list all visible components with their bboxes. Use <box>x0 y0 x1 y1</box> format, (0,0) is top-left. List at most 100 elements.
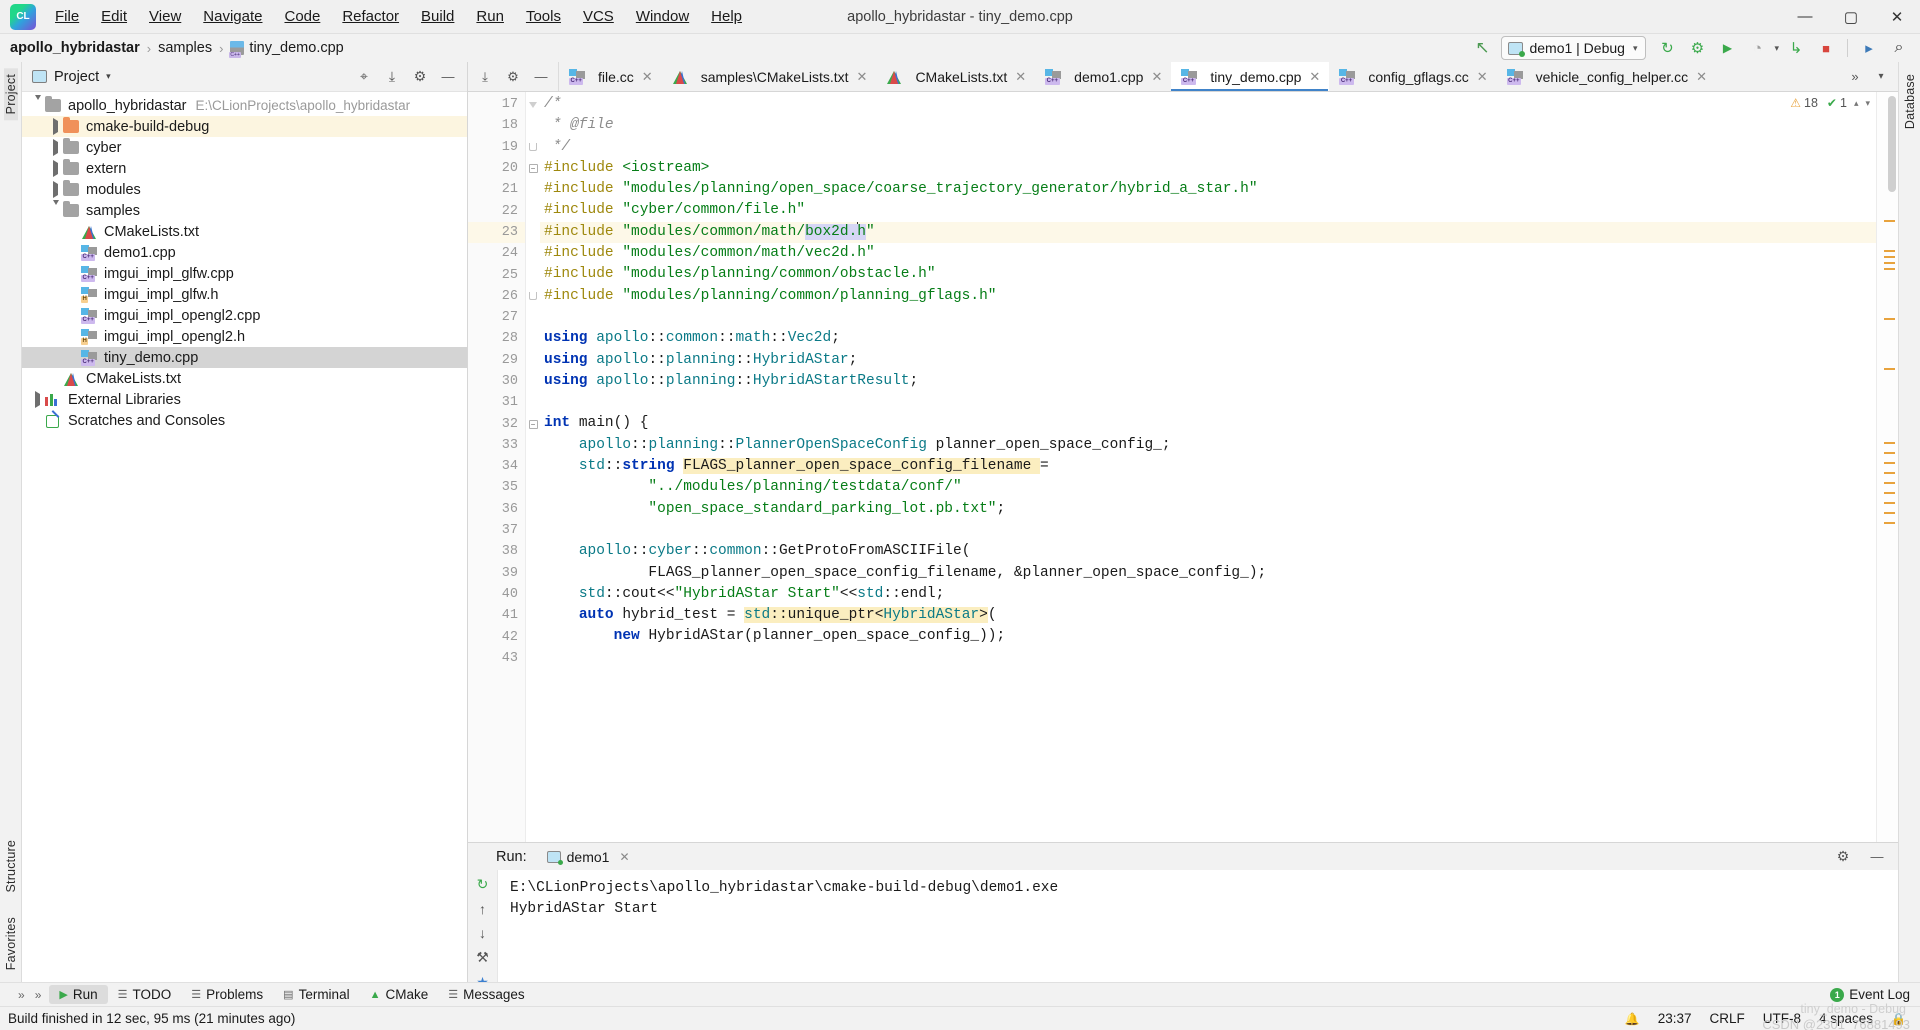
editor-tab-cmakelists-txt[interactable]: CMakeLists.txt ✕ <box>876 62 1035 91</box>
run-configuration-selector[interactable]: demo1 | Debug ▾ <box>1501 36 1647 60</box>
chevron-right-icon[interactable] <box>30 390 45 408</box>
fold-toggle-icon[interactable]: − <box>526 158 540 179</box>
warning-marker[interactable] <box>1884 442 1895 444</box>
line-number[interactable]: 37 <box>468 520 525 541</box>
line-number[interactable]: 31 <box>468 392 525 413</box>
line-number[interactable]: 28 <box>468 328 525 349</box>
warning-marker[interactable] <box>1884 472 1895 474</box>
tree-item-cyber[interactable]: cyber <box>22 137 467 158</box>
bottom-tab-messages[interactable]: ☰ Messages <box>438 985 534 1004</box>
editor-tab-config-gflags-cc[interactable]: C++ config_gflags.cc ✕ <box>1329 62 1496 91</box>
line-number[interactable]: 23 <box>468 221 525 244</box>
line-number[interactable]: 40 <box>468 584 525 605</box>
code-line[interactable]: FLAGS_planner_open_space_config_filename… <box>540 563 1876 584</box>
collapse-all-button[interactable]: ⤓ <box>379 65 405 89</box>
hide-panel-button[interactable]: — <box>528 65 554 89</box>
editor-tab-vehicle-config-helper-cc[interactable]: C++ vehicle_config_helper.cc ✕ <box>1497 62 1716 91</box>
warning-marker[interactable] <box>1884 220 1895 222</box>
rail-structure-tab[interactable]: Structure <box>4 834 18 899</box>
menu-refactor[interactable]: Refactor <box>331 3 410 30</box>
tree-item-imgui-impl-glfw-cpp[interactable]: C++ imgui_impl_glfw.cpp <box>22 263 467 284</box>
warning-marker[interactable] <box>1884 462 1895 464</box>
line-number[interactable]: 43 <box>468 648 525 669</box>
bottom-tab-run[interactable]: ▶ Run <box>49 985 108 1004</box>
rail-project-tab[interactable]: Project <box>3 68 18 121</box>
editor-tab-samples-cmakelists-txt[interactable]: samples\CMakeLists.txt ✕ <box>662 62 877 91</box>
line-number[interactable]: 17 <box>468 94 525 115</box>
menu-view[interactable]: View <box>138 3 192 30</box>
code-line[interactable] <box>540 307 1876 328</box>
breadcrumb-item-project[interactable]: apollo_hybridastar <box>10 40 140 56</box>
tree-item-imgui-impl-glfw-h[interactable]: Himgui_impl_glfw.h <box>22 284 467 305</box>
code-line[interactable]: int main() { <box>540 413 1876 434</box>
settings-gear-button[interactable]: ⚙ <box>1830 845 1856 869</box>
run-tab-demo1[interactable]: demo1 ✕ <box>541 847 636 867</box>
tree-item-scratches-and-consoles[interactable]: Scratches and Consoles <box>22 410 467 431</box>
stop-button[interactable]: ■ <box>1813 36 1839 60</box>
tab-overflow-button[interactable]: » <box>1842 65 1868 89</box>
code-line[interactable]: using apollo::planning::HybridAStar; <box>540 350 1876 371</box>
scroll-down-button[interactable]: ↓ <box>473 925 493 941</box>
debug-button[interactable]: ⚙ <box>1684 36 1710 60</box>
line-number[interactable]: 42 <box>468 626 525 647</box>
editor-tab-file-cc[interactable]: C++ file.cc ✕ <box>559 62 662 91</box>
editor-tab-demo1-cpp[interactable]: C++ demo1.cpp ✕ <box>1035 62 1171 91</box>
chevron-down-icon[interactable] <box>48 199 63 216</box>
line-number-gutter[interactable]: 17 18 19 20 21 22 23 24 25 26 27 28 29 30 31 32 33 34 35 36… <box>468 92 537 842</box>
settings-gear-button[interactable]: ⚙ <box>500 65 526 89</box>
code-line[interactable]: std::cout<<"HybridAStar Start"<<std::end… <box>540 584 1876 605</box>
close-button[interactable]: ✕ <box>1874 0 1920 34</box>
tree-item-apollo-hybridastar[interactable]: apollo_hybridastar E:\CLionProjects\apoll… <box>22 94 467 116</box>
chevron-down-icon[interactable]: ▾ <box>106 71 111 82</box>
close-icon[interactable]: ✕ <box>857 69 868 85</box>
code-line[interactable]: #include <iostream> <box>540 158 1876 179</box>
bottom-tab-problems[interactable]: ☰ Problems <box>181 985 273 1004</box>
warning-marker[interactable] <box>1884 262 1895 264</box>
rail-favorites-tab[interactable]: Favorites <box>4 911 18 976</box>
warning-marker[interactable] <box>1884 502 1895 504</box>
menu-code[interactable]: Code <box>273 3 331 30</box>
rail-database-tab[interactable]: Database <box>1903 68 1917 135</box>
scrollbar-thumb[interactable] <box>1888 96 1896 192</box>
bottom-tab-cmake[interactable]: ▲ CMake <box>360 985 439 1004</box>
code-line[interactable]: /* <box>540 94 1876 115</box>
code-line[interactable]: using apollo::common::math::Vec2d; <box>540 328 1876 349</box>
expand-collapse-button[interactable]: ⤓ <box>472 65 498 89</box>
close-icon[interactable]: ✕ <box>1015 69 1026 85</box>
build-button[interactable]: ↻ <box>1654 36 1680 60</box>
tree-item-tiny-demo-cpp[interactable]: C++ tiny_demo.cpp <box>22 347 467 368</box>
chevron-right-icon[interactable] <box>48 180 63 198</box>
code-line[interactable]: apollo::planning::PlannerOpenSpaceConfig… <box>540 435 1876 456</box>
line-number[interactable]: 22 <box>468 200 525 221</box>
tree-item-cmakelists-txt[interactable]: CMakeLists.txt <box>22 368 467 389</box>
chevron-right-icon[interactable] <box>48 138 63 156</box>
code-content[interactable]: /* * @file */#include <iostream> #include… <box>540 92 1876 842</box>
notification-icon[interactable]: 🔔 <box>1625 1012 1640 1026</box>
chevron-up-icon[interactable]: ▴ <box>1854 98 1859 109</box>
attach-to-process-button[interactable]: ↳ <box>1783 36 1809 60</box>
tree-item-imgui-impl-opengl2-cpp[interactable]: C++ imgui_impl_opengl2.cpp <box>22 305 467 326</box>
close-icon[interactable]: ✕ <box>642 69 653 85</box>
search-everywhere-button[interactable]: ⌕ <box>1886 36 1912 60</box>
rerun-button[interactable]: ↻ <box>473 876 493 893</box>
code-line[interactable]: std::string FLAGS_planner_open_space_con… <box>540 456 1876 477</box>
tree-item-extern[interactable]: extern <box>22 158 467 179</box>
fold-toggle-icon[interactable]: − <box>526 413 540 434</box>
bottom-tab-terminal[interactable]: ▤ Terminal <box>273 985 359 1004</box>
terminal-button[interactable]: ▸ <box>1856 36 1882 60</box>
menu-tools[interactable]: Tools <box>515 3 572 30</box>
line-number[interactable]: 26 <box>468 286 525 307</box>
code-line[interactable]: #include "modules/planning/open_space/co… <box>540 179 1876 200</box>
tree-item-cmake-build-debug[interactable]: cmake-build-debug <box>22 116 467 137</box>
editor-tab-tiny-demo-cpp[interactable]: C++ tiny_demo.cpp ✕ <box>1171 62 1330 91</box>
code-editor[interactable]: ⚠ 18 ✔ 1 ▴ ▾ 17 18 19 20 21 22 23 24 25 26 27 28 29 3… <box>468 92 1898 842</box>
line-number[interactable]: 24 <box>468 243 525 264</box>
code-line[interactable] <box>540 392 1876 413</box>
tab-dropdown-button[interactable]: ▾ <box>1868 65 1894 89</box>
line-number[interactable]: 29 <box>468 350 525 371</box>
line-number[interactable]: 32 <box>468 413 537 434</box>
line-number[interactable]: 25 <box>468 264 525 285</box>
scroll-up-button[interactable]: ↑ <box>473 901 493 917</box>
encoding-indicator[interactable]: UTF-8 <box>1763 1011 1801 1026</box>
maximize-button[interactable]: ▢ <box>1828 0 1874 34</box>
